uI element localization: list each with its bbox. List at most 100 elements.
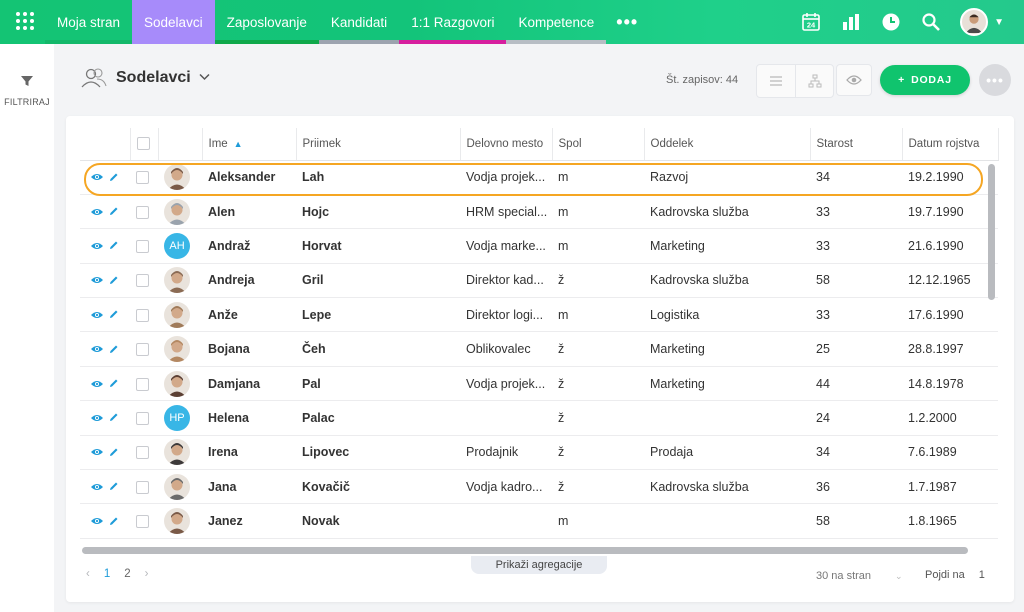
add-label: DODAJ [911,74,952,86]
list-view-icon[interactable] [757,65,795,97]
eye-icon[interactable] [90,172,104,182]
row-checkbox[interactable] [136,274,149,288]
edit-icon[interactable] [108,344,119,355]
filter-icon [21,76,33,86]
table-row[interactable]: Damjana Pal Vodja projek... ž Marketing … [80,366,998,402]
page-2-link[interactable]: 2 [124,568,130,580]
table-row[interactable]: AH Andraž Horvat Vodja marke... m Market… [80,228,998,264]
cell-datum-rojstva: 17.6.1990 [902,297,998,333]
row-checkbox[interactable] [136,240,149,254]
eye-icon[interactable] [90,413,104,423]
edit-icon[interactable] [108,206,119,217]
column-header-spol[interactable]: Spol [552,128,645,161]
vertical-scrollbar[interactable] [988,164,995,300]
row-checkbox[interactable] [136,171,149,185]
sort-asc-icon[interactable]: ▲ [234,139,243,149]
avatar [164,439,190,466]
eye-icon[interactable] [90,447,104,457]
column-header-ime[interactable]: Ime ▲ [202,128,297,161]
edit-icon[interactable] [108,309,119,320]
table-row[interactable]: Aleksander Lah Vodja projek... m Razvoj … [80,160,998,195]
row-checkbox[interactable] [136,343,149,357]
cell-starost: 25 [810,331,902,367]
edit-icon[interactable] [108,412,119,423]
visibility-button[interactable] [836,64,872,96]
eye-icon[interactable] [90,344,104,354]
edit-icon[interactable] [108,481,119,492]
eye-icon[interactable] [90,310,104,320]
apps-grid-icon[interactable] [14,10,36,32]
prev-page-icon[interactable]: ‹ [86,568,90,580]
more-tabs-icon[interactable]: ••• [606,0,648,44]
eye-icon[interactable] [90,379,104,389]
table-row[interactable]: HP Helena Palac ž 24 1.2.2000 [80,400,998,436]
row-checkbox[interactable] [136,515,149,529]
column-header-priimek[interactable]: Priimek [296,128,461,161]
table-row[interactable]: Anže Lepe Direktor logi... m Logistika 3… [80,297,998,333]
avatar [164,267,190,294]
table-body: Aleksander Lah Vodja projek... m Razvoj … [80,160,998,539]
page-title-row[interactable]: Sodelavci [80,66,210,90]
clock-icon[interactable] [880,11,902,33]
tab-moja-stran[interactable]: Moja stran [45,0,133,44]
table-row[interactable]: Andreja Gril Direktor kad... ž Kadrovska… [80,263,998,299]
edit-icon[interactable] [108,172,119,183]
row-checkbox[interactable] [136,377,149,391]
add-button[interactable]: + DODAJ [880,65,970,95]
cell-spol: ž [552,469,644,505]
horizontal-scrollbar[interactable] [82,547,968,554]
chevron-down-icon[interactable] [199,72,210,84]
column-header-oddelek[interactable]: Oddelek [644,128,811,161]
column-header-datum-rojstva[interactable]: Datum rojstva [902,128,999,161]
cell-ime: Anže [202,297,296,333]
per-page-select[interactable]: 30 na stran ⌄ [816,570,903,582]
eye-icon[interactable] [90,482,104,492]
table-row[interactable]: Irena Lipovec Prodajnik ž Prodaja 34 7.6… [80,435,998,471]
cell-priimek: Horvat [296,228,460,264]
calendar-icon[interactable]: 24 [800,11,822,33]
eye-icon[interactable] [90,516,104,526]
row-checkbox[interactable] [136,308,149,322]
tab-razgovori[interactable]: 1:1 Razgovori [399,0,507,44]
table-row[interactable]: Bojana Čeh Oblikovalec ž Marketing 25 28… [80,331,998,367]
eye-icon[interactable] [90,207,104,217]
tab-sodelavci[interactable]: Sodelavci [132,0,215,44]
org-chart-icon[interactable] [795,65,833,97]
row-checkbox[interactable] [136,205,149,219]
more-options-button[interactable]: ••• [979,64,1011,96]
goto-input[interactable]: 1 [979,569,985,581]
row-checkbox[interactable] [136,446,149,460]
column-header-delovno-mesto[interactable]: Delovno mesto [460,128,553,161]
edit-icon[interactable] [108,447,119,458]
column-header-starost[interactable]: Starost [810,128,903,161]
row-checkbox[interactable] [136,480,149,494]
cell-delovno-mesto: Vodja marke... [460,228,552,264]
next-page-icon[interactable]: › [145,568,149,580]
user-avatar[interactable] [960,8,989,36]
chart-icon[interactable] [840,11,862,33]
row-checkbox[interactable] [136,412,149,426]
search-icon[interactable] [920,11,942,33]
avatar: HP [164,404,190,431]
eye-icon[interactable] [90,275,104,285]
tab-kandidati[interactable]: Kandidati [318,0,400,44]
tab-zaposlovanje[interactable]: Zaposlovanje [214,0,319,44]
table-row[interactable]: Alen Hojc HRM special... m Kadrovska slu… [80,194,998,230]
tab-kompetence[interactable]: Kompetence [506,0,607,44]
table-row[interactable]: Jana Kovačič Vodja kadro... ž Kadrovska … [80,469,998,505]
edit-icon[interactable] [108,275,119,286]
eye-icon[interactable] [90,241,104,251]
edit-icon[interactable] [108,240,119,251]
page-1-link[interactable]: 1 [104,568,110,580]
cell-starost: 58 [810,503,902,539]
edit-icon[interactable] [108,378,119,389]
table-row[interactable]: Janez Novak m 58 1.8.1965 [80,503,998,539]
tab-indicator [214,40,319,44]
select-all-checkbox[interactable] [136,137,150,151]
filter-button[interactable]: FILTRIRAJ [0,74,54,107]
chevron-down-icon[interactable]: ▼ [994,17,1004,28]
edit-icon[interactable] [108,516,119,527]
cell-datum-rojstva: 28.8.1997 [902,331,998,367]
filter-rail: FILTRIRAJ [0,44,54,612]
show-aggregations-button[interactable]: Prikaži agregacije [471,556,607,574]
